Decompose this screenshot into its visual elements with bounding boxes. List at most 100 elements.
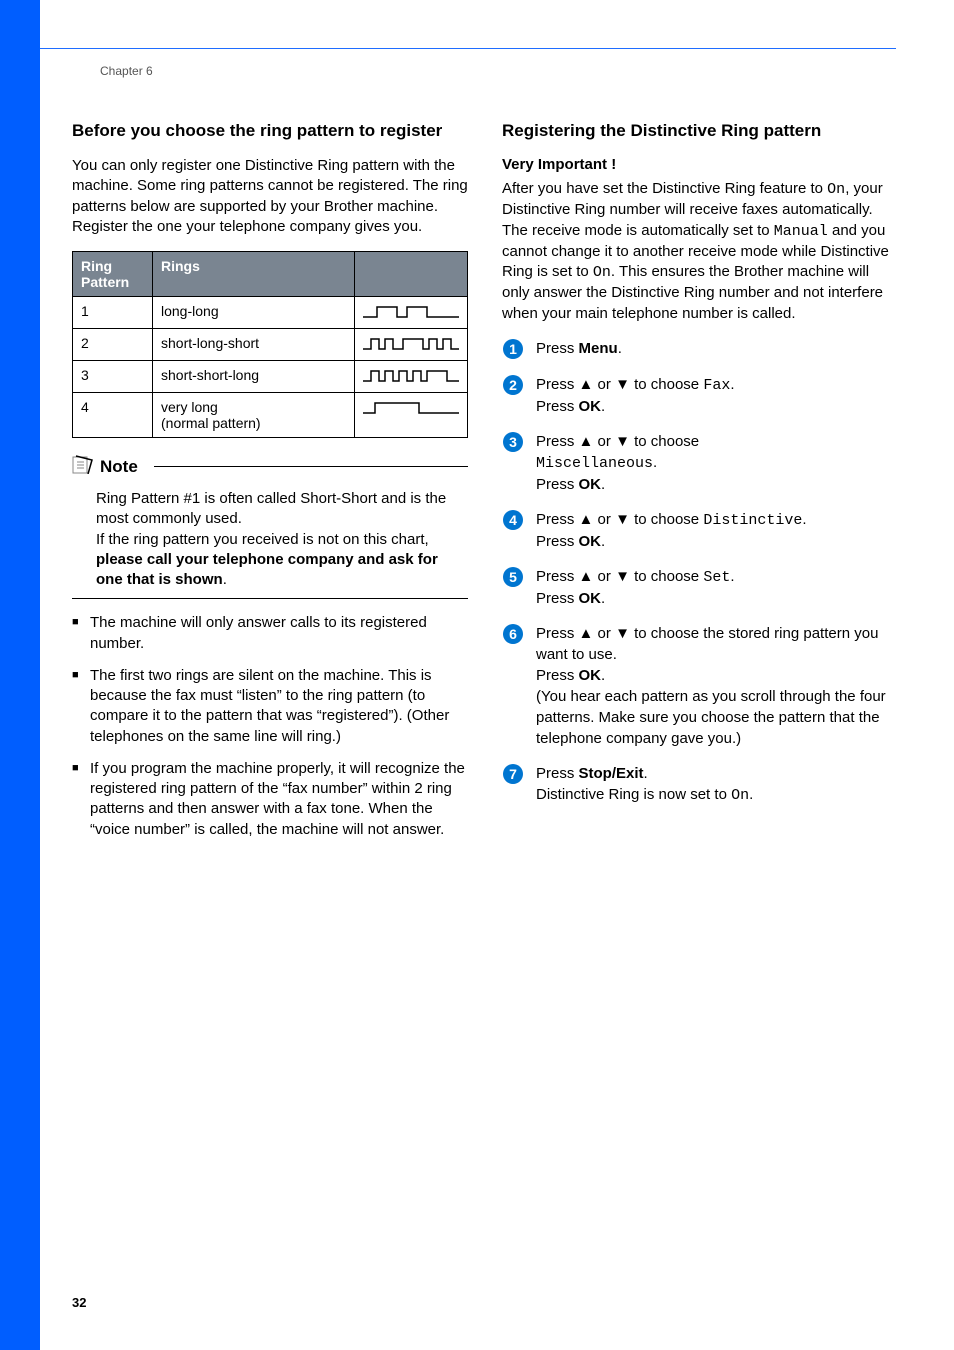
svg-text:2: 2	[509, 377, 517, 393]
cell-wave	[355, 329, 468, 361]
txt: Press	[536, 533, 579, 550]
down-arrow-icon: ▼	[615, 625, 630, 642]
note-line2-post: .	[223, 571, 227, 588]
cell-wave	[355, 297, 468, 329]
svg-text:1: 1	[509, 341, 517, 357]
txt: Press	[536, 568, 579, 585]
mono-on: On	[731, 787, 749, 804]
ok-bold: OK	[579, 476, 602, 493]
left-column: Before you choose the ring pattern to re…	[72, 120, 468, 852]
note-line1: Ring Pattern #1 is often called Short-Sh…	[96, 490, 446, 527]
txt: Press	[536, 590, 579, 607]
txt: or	[593, 511, 615, 528]
step-number-icon: 2	[502, 374, 524, 417]
menu-bold: Menu	[579, 340, 618, 357]
txt: Press	[536, 765, 579, 782]
txt: .	[601, 590, 605, 607]
cell-num: 4	[73, 393, 153, 438]
ok-bold: OK	[579, 667, 602, 684]
txt: to choose	[630, 376, 703, 393]
note-line2-bold: please call your telephone company and a…	[96, 551, 438, 588]
mono-misc: Miscellaneous	[536, 455, 653, 472]
th-waveform	[355, 252, 468, 297]
step-6: 6 Press ▲ or ▼ to choose the stored ring…	[502, 623, 898, 749]
mono-distinctive: Distinctive	[703, 512, 802, 529]
top-rule	[40, 48, 896, 49]
up-arrow-icon: ▲	[579, 511, 594, 528]
list-item: If you program the machine properly, it …	[72, 759, 468, 840]
cell-num: 1	[73, 297, 153, 329]
ok-bold: OK	[579, 533, 602, 550]
list-item: The first two rings are silent on the ma…	[72, 666, 468, 747]
txt: .	[601, 398, 605, 415]
cell-rings: long-long	[153, 297, 355, 329]
txt: or	[593, 625, 615, 642]
right-heading: Registering the Distinctive Ring pattern	[502, 120, 898, 142]
step-number-icon: 5	[502, 566, 524, 609]
txt: After you have set the Distinctive Ring …	[502, 180, 827, 197]
note-block: Note Ring Pattern #1 is often called Sho…	[72, 454, 468, 599]
step-number-icon: 7	[502, 763, 524, 806]
up-arrow-icon: ▲	[579, 433, 594, 450]
wave-short-long-short-icon	[363, 335, 459, 351]
note-icon	[72, 454, 94, 479]
mono-on: On	[827, 181, 845, 198]
table-row: 1 long-long	[73, 297, 468, 329]
table-row: 3 short-short-long	[73, 361, 468, 393]
mono-fax: Fax	[703, 377, 730, 394]
txt: Press	[536, 398, 579, 415]
txt: or	[593, 433, 615, 450]
step-number-icon: 3	[502, 431, 524, 495]
cell-rings: very long (normal pattern)	[153, 393, 355, 438]
down-arrow-icon: ▼	[615, 568, 630, 585]
txt: Press	[536, 625, 579, 642]
txt: .	[644, 765, 648, 782]
svg-text:7: 7	[509, 766, 517, 782]
txt: Press	[536, 511, 579, 528]
cell-wave	[355, 393, 468, 438]
svg-text:6: 6	[509, 626, 517, 642]
step-1: 1 Press Menu.	[502, 338, 898, 360]
txt: .	[601, 533, 605, 550]
txt: .	[618, 340, 622, 357]
note-end-rule	[72, 598, 468, 599]
svg-text:5: 5	[509, 569, 517, 585]
txt: Press	[536, 667, 579, 684]
sidebar-accent	[0, 0, 40, 1350]
note-title: Note	[100, 457, 138, 477]
step-3: 3 Press ▲ or ▼ to choose Miscellaneous. …	[502, 431, 898, 495]
txt: .	[749, 786, 753, 803]
down-arrow-icon: ▼	[615, 511, 630, 528]
stop-exit-bold: Stop/Exit	[579, 765, 644, 782]
cell-rings: short-short-long	[153, 361, 355, 393]
txt: to choose	[630, 511, 703, 528]
ok-bold: OK	[579, 398, 602, 415]
wave-very-long-icon	[363, 399, 459, 415]
ok-bold: OK	[579, 590, 602, 607]
note-body: Ring Pattern #1 is often called Short-Sh…	[96, 489, 468, 590]
wave-short-short-long-icon	[363, 367, 459, 383]
wave-long-long-icon	[363, 303, 459, 319]
down-arrow-icon: ▼	[615, 433, 630, 450]
txt: Press	[536, 433, 579, 450]
th-rings: Rings	[153, 252, 355, 297]
txt: Press	[536, 476, 579, 493]
up-arrow-icon: ▲	[579, 376, 594, 393]
chapter-label: Chapter 6	[100, 64, 153, 78]
table-row: 4 very long (normal pattern)	[73, 393, 468, 438]
txt: Press	[536, 340, 579, 357]
table-row: 2 short-long-short	[73, 329, 468, 361]
txt: to choose	[630, 568, 703, 585]
step-4: 4 Press ▲ or ▼ to choose Distinctive. Pr…	[502, 509, 898, 552]
cell-num: 2	[73, 329, 153, 361]
mono-set: Set	[703, 569, 730, 586]
very-important: Very Important !	[502, 156, 898, 173]
mono-on: On	[593, 264, 611, 281]
svg-text:4: 4	[509, 512, 517, 528]
step-2: 2 Press ▲ or ▼ to choose Fax. Press OK.	[502, 374, 898, 417]
step-number-icon: 1	[502, 338, 524, 360]
step-7: 7 Press Stop/Exit. Distinctive Ring is n…	[502, 763, 898, 806]
up-arrow-icon: ▲	[579, 625, 594, 642]
note-line2-pre: If the ring pattern you received is not …	[96, 531, 429, 548]
txt: Press	[536, 376, 579, 393]
